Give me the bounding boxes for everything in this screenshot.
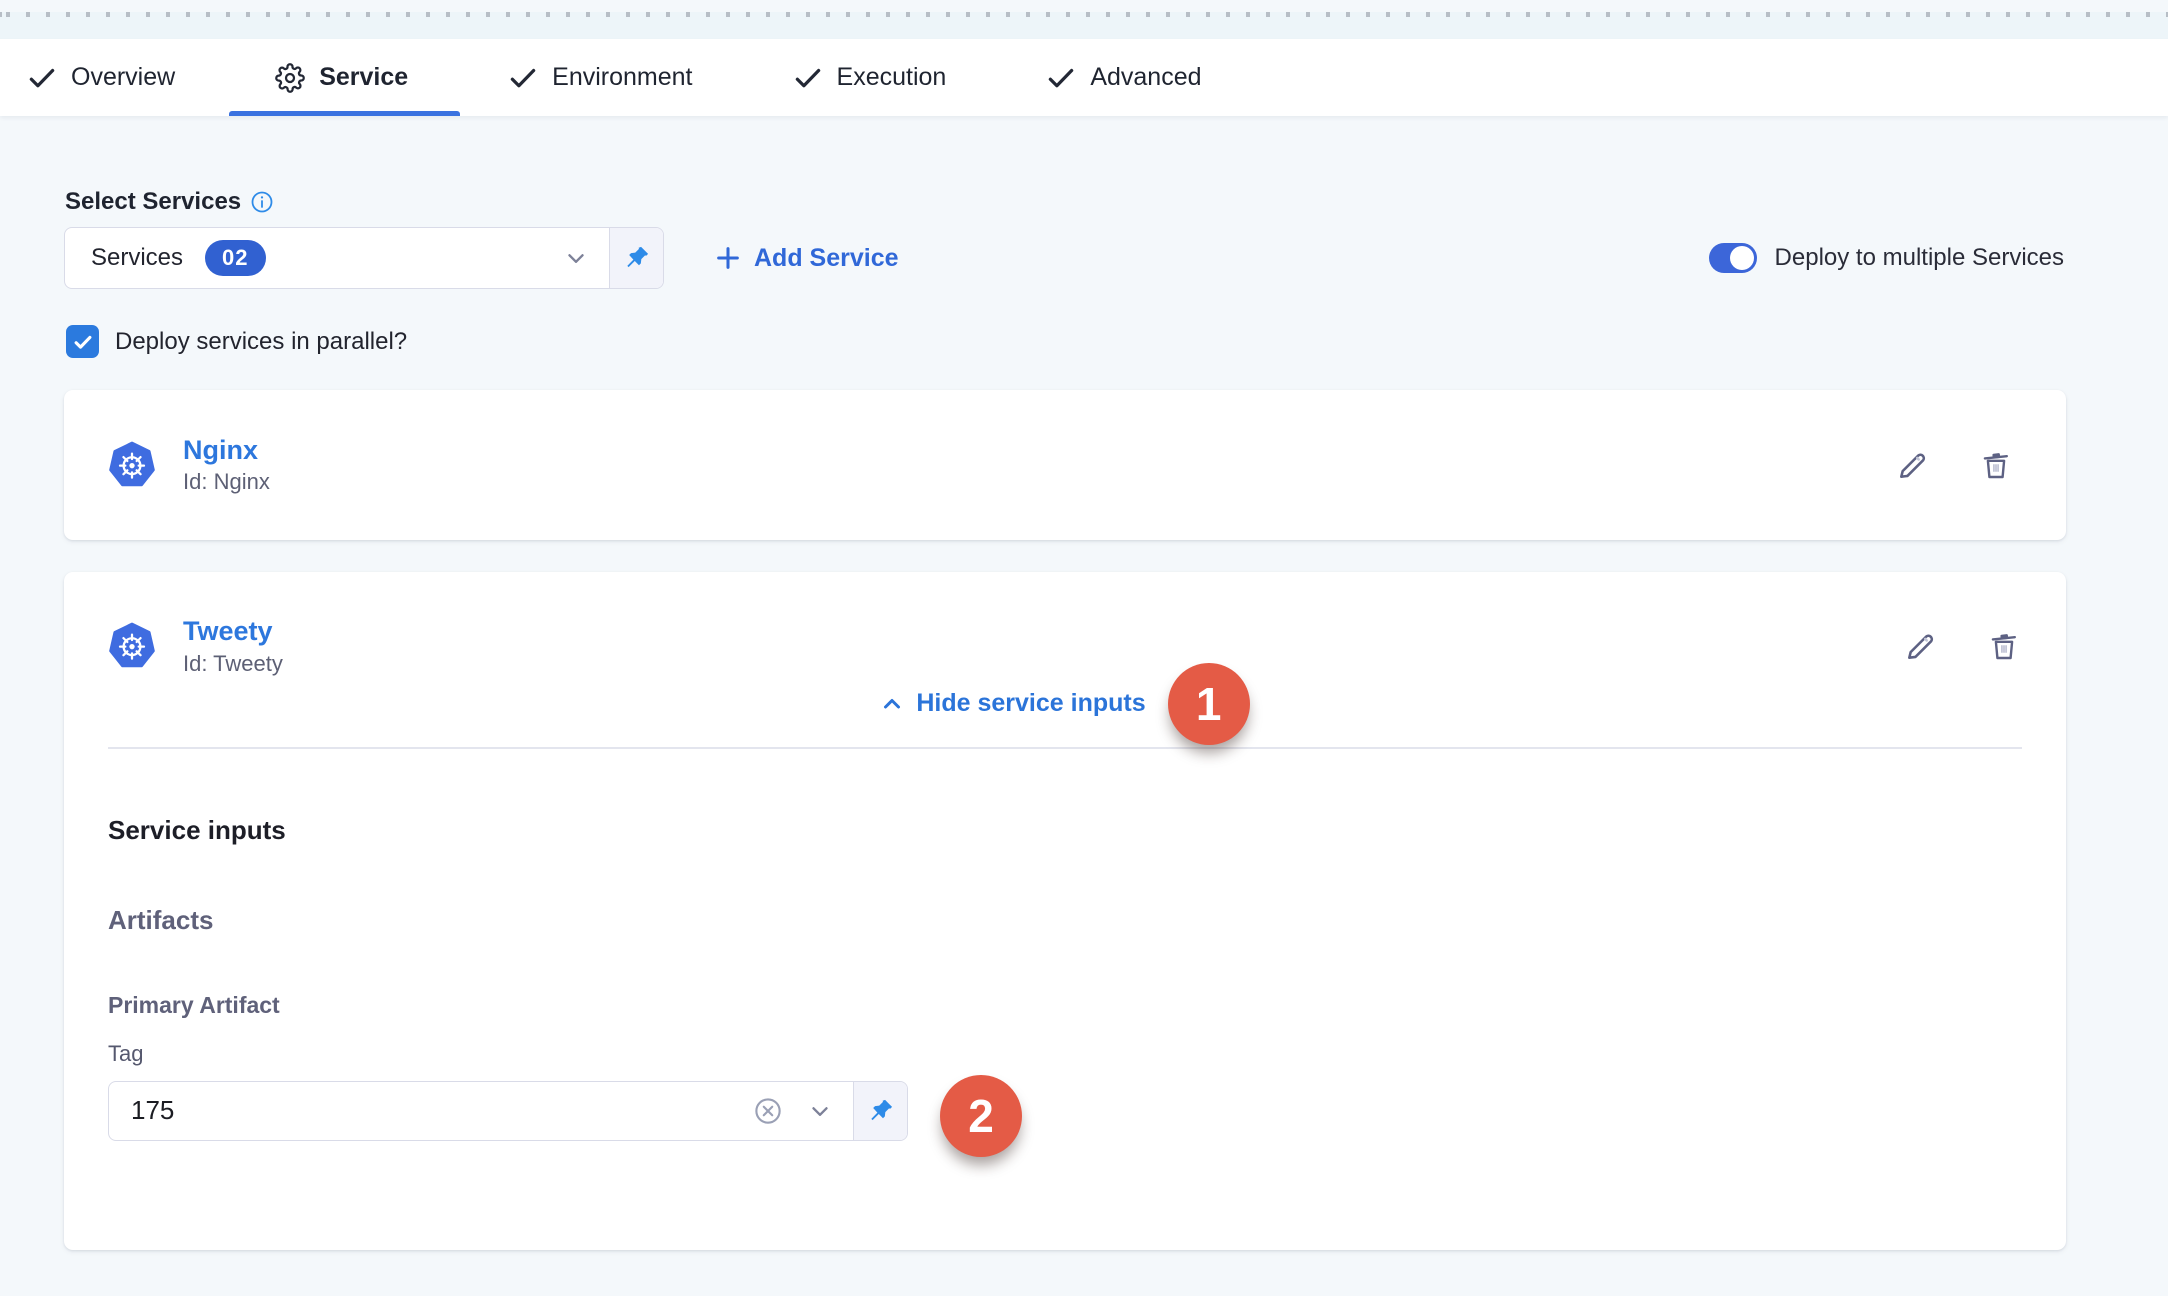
tag-label: Tag (108, 1043, 2022, 1065)
kubernetes-icon (108, 441, 156, 489)
hide-inputs-row: Hide service inputs 1 (108, 684, 2022, 724)
toggle-knob (1730, 246, 1754, 270)
edit-icon[interactable] (1895, 447, 1931, 483)
tab-environment[interactable]: Environment (508, 39, 692, 116)
tab-label: Overview (71, 63, 175, 92)
add-service-label: Add Service (754, 244, 899, 273)
service-actions (1903, 628, 2022, 664)
service-name-link[interactable]: Nginx (183, 436, 270, 466)
section-divider (108, 747, 2022, 749)
check-icon (72, 331, 94, 353)
tab-execution[interactable]: Execution (793, 39, 947, 116)
tag-field (108, 1081, 908, 1141)
hide-service-inputs-label: Hide service inputs (916, 689, 1145, 718)
artifacts-heading: Artifacts (108, 907, 2022, 933)
deploy-multiple-toggle[interactable] (1709, 243, 1757, 273)
service-id: Id: Tweety (183, 652, 283, 676)
check-icon (1046, 63, 1076, 93)
service-actions (1895, 447, 2014, 483)
annotation-step-2: 2 (940, 1075, 1022, 1157)
add-service-button[interactable]: Add Service (714, 244, 899, 273)
dotted-grid (0, 12, 2168, 17)
info-icon[interactable] (250, 190, 274, 214)
deploy-multiple-toggle-label: Deploy to multiple Services (1775, 244, 2064, 272)
services-count-badge: 02 (205, 240, 265, 276)
check-icon (27, 63, 57, 93)
services-dropdown[interactable]: Services 02 (64, 227, 664, 289)
delete-icon[interactable] (1978, 447, 2014, 483)
tab-label: Service (319, 63, 408, 92)
chevron-up-icon (880, 692, 904, 716)
primary-artifact-heading: Primary Artifact (108, 994, 2022, 1017)
pin-icon (867, 1097, 895, 1125)
stage-tabbar: Overview Service Environment Execution A… (0, 39, 2168, 116)
tag-input-wrap (109, 1082, 853, 1140)
pin-icon (623, 244, 651, 272)
service-card-tweety: Tweety Id: Tweety Hide service inputs 1 (64, 572, 2066, 1250)
tab-label: Environment (552, 63, 692, 92)
service-header: Tweety Id: Tweety (108, 572, 2022, 676)
tab-label: Execution (837, 63, 947, 92)
tag-field-icons (753, 1096, 833, 1126)
service-card-nginx: Nginx Id: Nginx (64, 390, 2066, 540)
parallel-checkbox[interactable] (66, 325, 99, 358)
service-name-link[interactable]: Tweety (183, 617, 283, 647)
select-services-text: Select Services (65, 188, 241, 216)
service-info: Tweety Id: Tweety (183, 617, 283, 676)
plus-icon (714, 244, 742, 272)
parallel-checkbox-label: Deploy services in parallel? (115, 328, 407, 356)
check-icon (793, 63, 823, 93)
circle-x-icon[interactable] (753, 1096, 783, 1126)
select-services-label: Select Services (65, 188, 2066, 216)
service-info: Nginx Id: Nginx (183, 436, 270, 495)
parallel-checkbox-row: Deploy services in parallel? (64, 325, 2066, 358)
delete-icon[interactable] (1986, 628, 2022, 664)
service-inputs-title: Service inputs (108, 817, 2022, 843)
services-pin-button[interactable] (609, 228, 663, 288)
services-dropdown-main[interactable]: Services 02 (65, 228, 609, 288)
chevron-down-icon[interactable] (563, 245, 589, 271)
edit-icon[interactable] (1903, 628, 1939, 664)
chevron-down-icon[interactable] (807, 1098, 833, 1124)
tag-input[interactable] (109, 1094, 753, 1127)
pipeline-canvas-strip (0, 12, 2168, 39)
tab-advanced[interactable]: Advanced (1046, 39, 1201, 116)
tag-pin-button[interactable] (853, 1082, 907, 1140)
tab-overview[interactable]: Overview (27, 39, 175, 116)
deploy-multiple-toggle-row: Deploy to multiple Services (1709, 243, 2064, 273)
check-icon (508, 63, 538, 93)
tag-row: 2 (108, 1081, 2022, 1141)
kubernetes-icon (108, 622, 156, 670)
services-dropdown-value: Services (91, 244, 183, 272)
service-id: Id: Nginx (183, 470, 270, 494)
tab-service[interactable]: Service (275, 39, 408, 116)
annotation-step-1: 1 (1168, 663, 1250, 745)
gear-icon (275, 63, 305, 93)
tab-label: Advanced (1090, 63, 1201, 92)
hide-service-inputs-link[interactable]: Hide service inputs (880, 689, 1145, 718)
services-control-row: Services 02 Add Service Deploy to (64, 227, 2066, 289)
